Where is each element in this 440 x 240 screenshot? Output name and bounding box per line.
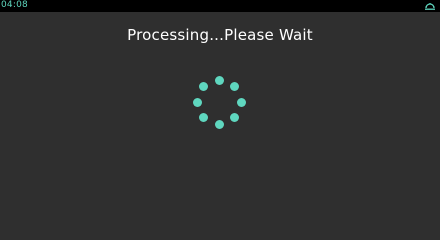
spinner-dot [230, 113, 240, 123]
spinner-dot [214, 119, 224, 129]
spinner-dot [236, 97, 246, 107]
loading-spinner-icon [189, 72, 249, 132]
processing-title: Processing...Please Wait [127, 26, 313, 44]
spinner-dot [198, 81, 208, 91]
spinner-dot [198, 113, 208, 123]
spinner-dot [214, 75, 224, 85]
spinner-dot [192, 97, 202, 107]
status-time: 04:08 [1, 0, 28, 10]
spinner-dot [230, 81, 240, 91]
dome-icon [425, 3, 435, 10]
status-bar: 04:08 [0, 0, 440, 12]
loading-screen: 04:08 Processing...Please Wait [0, 0, 440, 208]
